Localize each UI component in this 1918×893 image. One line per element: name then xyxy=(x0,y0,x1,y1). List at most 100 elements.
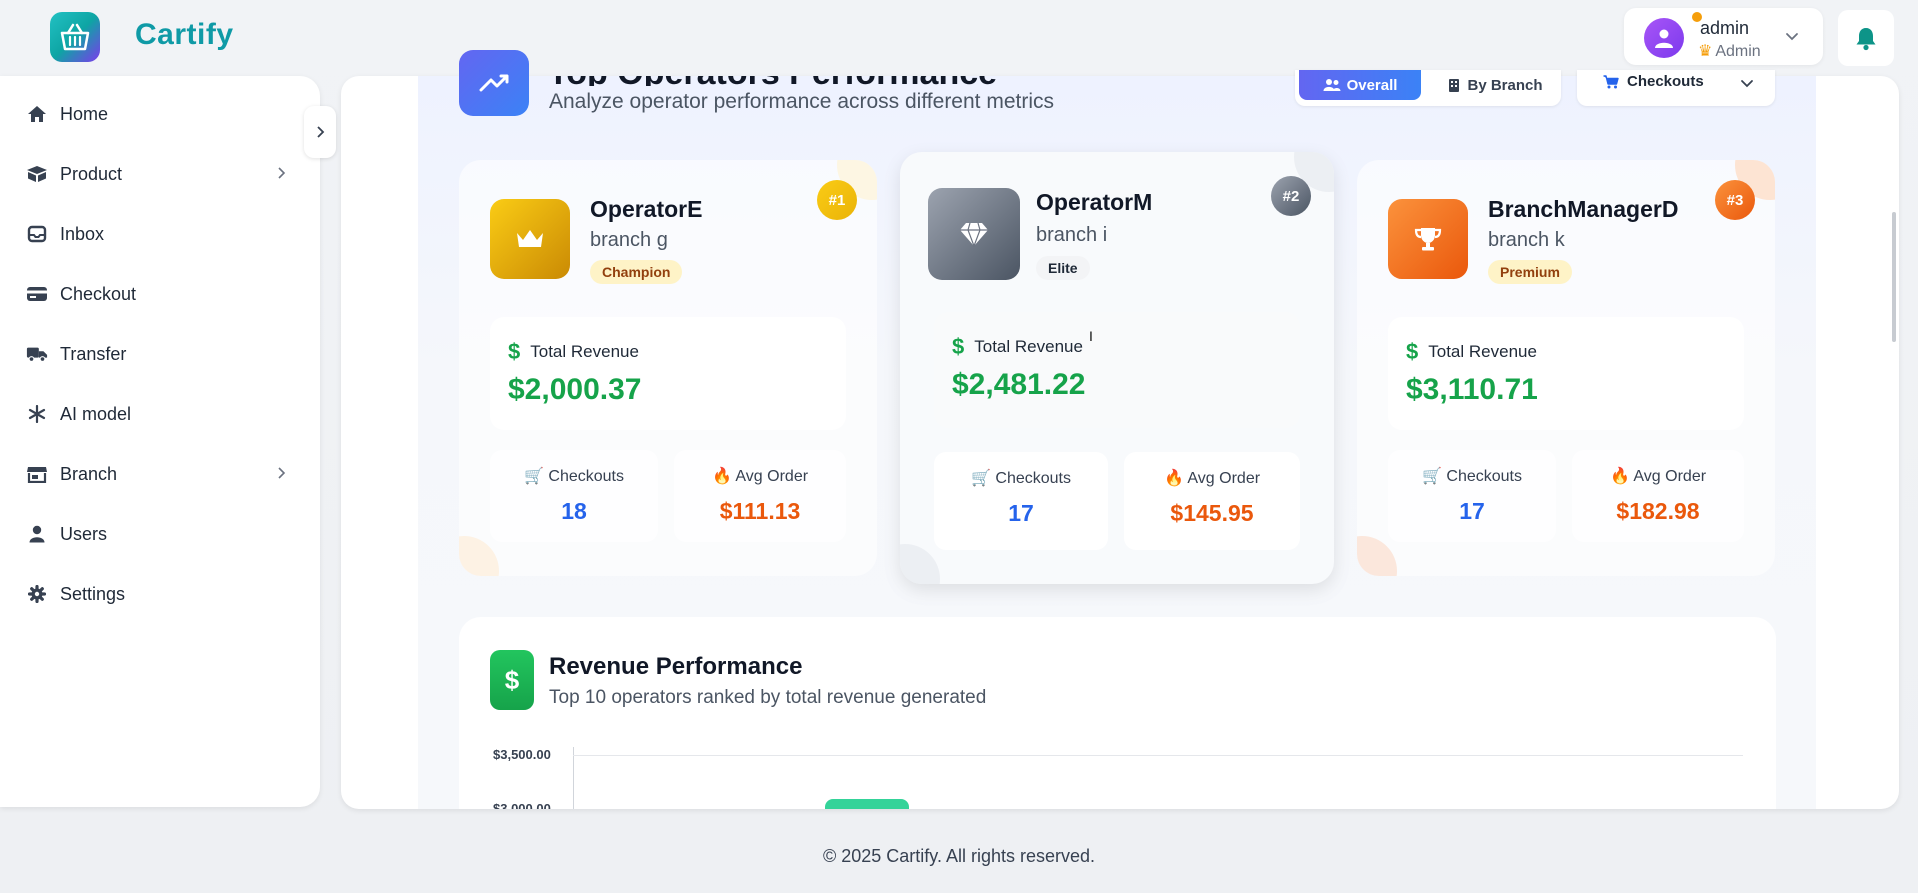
y-axis xyxy=(573,747,574,809)
sidebar-item-label: Checkout xyxy=(60,283,137,304)
brand-name: Cartify xyxy=(135,18,234,51)
revenue-label: $ Total Revenue xyxy=(1406,339,1537,365)
sidebar: Home Product Inbox Checkout Transfer AI … xyxy=(0,76,320,807)
sidebar-item-label: Product xyxy=(60,163,123,184)
avg-order-value: $145.95 xyxy=(1170,500,1254,526)
operator-card-3[interactable]: BranchManagerD branch k Premium #3 $ Tota… xyxy=(1357,160,1775,576)
chart-line-icon xyxy=(459,50,529,116)
sidebar-item-inbox[interactable]: Inbox xyxy=(0,212,310,256)
credit-card-icon xyxy=(26,283,48,305)
grid-line xyxy=(573,755,1743,756)
user-icon xyxy=(26,523,48,545)
chevron-right-icon xyxy=(278,167,286,179)
rank-badge: #1 xyxy=(817,180,857,220)
card-decoration xyxy=(900,544,940,584)
home-icon xyxy=(26,103,48,125)
sidebar-item-ai-model[interactable]: AI model xyxy=(0,392,310,436)
fire-icon: 🔥 xyxy=(1163,470,1184,487)
revenue-label-text: Total Revenue xyxy=(530,342,639,361)
section-title-clip: Top Operators Performance xyxy=(548,76,1108,86)
revenue-label: $ Total Revenue xyxy=(952,334,1083,360)
operator-branch: branch i xyxy=(1036,224,1108,246)
operator-card-2[interactable]: OperatorM branch i Elite #2 $ Total Reven… xyxy=(900,152,1334,584)
checkouts-value: 17 xyxy=(1008,500,1034,526)
avatar xyxy=(1644,18,1684,58)
scrollbar-thumb[interactable] xyxy=(1892,212,1896,342)
tab-by-branch[interactable]: By Branch xyxy=(1435,70,1555,100)
dollar-icon: $ xyxy=(1406,339,1419,364)
sidebar-item-product[interactable]: Product xyxy=(0,152,310,196)
tier-badge: Champion xyxy=(590,260,683,284)
checkouts-stat: 🛒 Checkouts 18 xyxy=(490,450,658,542)
avg-order-stat: 🔥 Avg Order $111.13 xyxy=(674,450,846,542)
user-role-label: Admin xyxy=(1715,43,1761,60)
tier-badge: Premium xyxy=(1488,260,1572,284)
cart-icon: 🛒 xyxy=(1422,468,1442,485)
bell-icon xyxy=(1856,28,1876,51)
sidebar-toggle-button[interactable] xyxy=(304,106,336,158)
sidebar-item-label: Settings xyxy=(60,583,126,604)
sidebar-item-home[interactable]: Home xyxy=(0,92,310,136)
logo[interactable] xyxy=(50,12,100,62)
revenue-label-text: Total Revenue xyxy=(974,337,1083,356)
revenue-box: $ Total Revenue $2,481.22 xyxy=(934,312,1300,428)
checkouts-stat: 🛒 Checkouts 17 xyxy=(934,452,1108,550)
avg-order-value: $182.98 xyxy=(1616,498,1700,524)
sidebar-item-settings[interactable]: Settings xyxy=(0,572,310,616)
rank-badge: #3 xyxy=(1715,180,1755,220)
cart-icon: 🛒 xyxy=(524,468,544,485)
sidebar-item-label: Inbox xyxy=(60,223,105,244)
dollar-icon: $ xyxy=(490,650,534,710)
dollar-icon: $ xyxy=(952,334,965,359)
avg-order-label: 🔥 Avg Order xyxy=(711,468,809,485)
revenue-box: $ Total Revenue $3,110.71 xyxy=(1388,317,1744,430)
section-title: Top Operators Performance xyxy=(548,76,997,86)
revenue-performance-subtitle: Top 10 operators ranked by total revenue… xyxy=(549,687,987,708)
metric-select-value: Checkouts xyxy=(1603,73,1704,90)
chevron-right-icon xyxy=(317,126,325,138)
metric-select-label: Checkouts xyxy=(1627,73,1704,90)
sidebar-item-label: Branch xyxy=(60,463,118,484)
metric-select[interactable]: Checkouts xyxy=(1577,70,1775,106)
sidebar-item-label: Users xyxy=(60,523,108,544)
sidebar-item-transfer[interactable]: Transfer xyxy=(0,332,310,376)
chart-bar[interactable] xyxy=(825,799,909,809)
user-menu[interactable]: admin ♛ Admin xyxy=(1624,8,1823,65)
tab-overall[interactable]: Overall xyxy=(1299,70,1421,100)
revenue-value: $2,481.22 xyxy=(952,368,1086,401)
checkouts-label: 🛒 Checkouts xyxy=(971,470,1071,487)
truck-icon xyxy=(26,343,48,365)
crown-icon xyxy=(490,199,570,279)
sidebar-item-label: AI model xyxy=(60,403,132,424)
user-avatar-icon xyxy=(1655,29,1673,48)
section-subtitle: Analyze operator performance across diff… xyxy=(549,90,1055,113)
text-cursor-icon: I xyxy=(1089,328,1093,344)
tab-overall-label: Overall xyxy=(1346,76,1398,94)
revenue-label-text: Total Revenue xyxy=(1428,342,1537,361)
avg-order-stat: 🔥 Avg Order $145.95 xyxy=(1124,452,1300,550)
chevron-right-icon xyxy=(278,467,286,479)
view-toggle: Overall By Branch xyxy=(1295,70,1561,106)
avg-order-label: 🔥 Avg Order xyxy=(1609,468,1707,485)
chevron-down-icon[interactable] xyxy=(1784,28,1800,44)
cart-icon xyxy=(1603,74,1619,88)
inbox-icon xyxy=(26,223,48,245)
dollar-icon: $ xyxy=(508,339,521,364)
gear-icon xyxy=(26,583,48,605)
sidebar-item-checkout[interactable]: Checkout xyxy=(0,272,310,316)
sidebar-item-users[interactable]: Users xyxy=(0,512,310,556)
basket-icon xyxy=(60,23,90,51)
y-axis-tick: $3,500.00 xyxy=(493,747,551,762)
checkouts-label: 🛒 Checkouts xyxy=(1422,468,1522,485)
sidebar-item-label: Transfer xyxy=(60,343,127,364)
rank-badge: #2 xyxy=(1271,176,1311,216)
user-role: ♛ Admin xyxy=(1698,41,1761,61)
card-decoration xyxy=(459,536,499,576)
checkouts-stat: 🛒 Checkouts 17 xyxy=(1388,450,1556,542)
sidebar-item-branch[interactable]: Branch xyxy=(0,452,310,496)
revenue-section-clip: $ Revenue Performance Top 10 operators r… xyxy=(341,617,1899,809)
user-name: admin xyxy=(1700,18,1750,38)
operator-card-1[interactable]: OperatorE branch g Champion #1 $ Total Re… xyxy=(459,160,877,576)
notifications-button[interactable] xyxy=(1838,10,1894,66)
checkouts-value: 17 xyxy=(1459,498,1485,524)
